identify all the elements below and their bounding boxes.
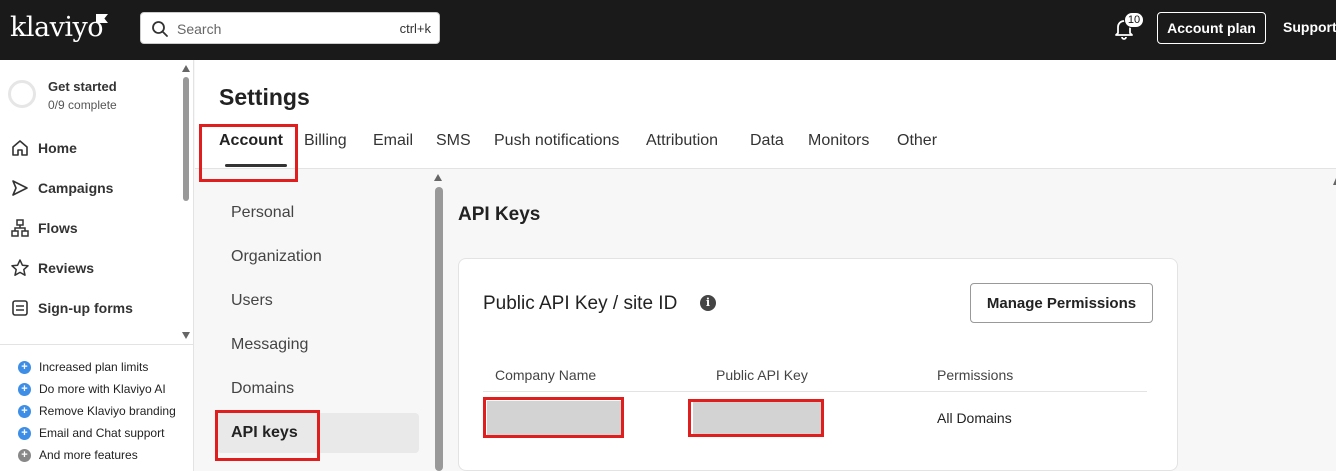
feature-item: + Do more with Klaviyo AI [18, 381, 166, 397]
sidebar-scroll-up-arrow[interactable] [182, 65, 190, 72]
notification-badge: 10 [1124, 12, 1144, 28]
search-input[interactable] [177, 19, 377, 39]
star-icon [11, 259, 29, 276]
highlight-box-api-keys [215, 410, 320, 461]
sidebar-item-campaigns[interactable]: Campaigns [10, 176, 170, 200]
subnav-item-users[interactable]: Users [217, 281, 419, 321]
sidebar-divider [0, 344, 194, 345]
feature-item: + Remove Klaviyo branding [18, 403, 176, 419]
send-icon [12, 180, 28, 196]
get-started-progress: 0/9 complete [48, 98, 117, 112]
home-icon [12, 140, 28, 156]
column-header-company-name: Company Name [495, 367, 597, 383]
section-title: API Keys [458, 204, 541, 225]
plus-circle-icon: + [18, 382, 31, 396]
top-bar: klaviyo ctrl+k 10 Account plan Support [0, 0, 1336, 60]
feature-label: And more features [39, 448, 138, 462]
feature-item: + And more features [18, 447, 138, 463]
feature-item: + Increased plan limits [18, 359, 148, 375]
klaviyo-logo[interactable]: klaviyo [10, 12, 104, 43]
search-icon [152, 21, 168, 37]
search-box[interactable]: ctrl+k [140, 12, 440, 44]
sidebar-item-reviews[interactable]: Reviews [10, 256, 170, 280]
logo-flag-icon [96, 14, 108, 23]
support-link[interactable]: Support [1283, 19, 1336, 35]
sidebar-item-label: Reviews [38, 260, 95, 276]
page-title: Settings [219, 84, 310, 110]
table-divider [483, 391, 1147, 392]
feature-label: Email and Chat support [39, 426, 165, 440]
settings-header: Settings Account Billing Email SMS Push … [195, 60, 1336, 169]
tab-billing[interactable]: Billing [304, 132, 347, 150]
plus-circle-icon: + [18, 448, 31, 462]
content-scrollbar-thumb[interactable] [435, 187, 443, 471]
feature-item: + Email and Chat support [18, 425, 164, 441]
feature-label: Remove Klaviyo branding [39, 404, 176, 418]
feature-label: Increased plan limits [39, 360, 149, 374]
sidebar-scroll-down-arrow[interactable] [182, 332, 190, 339]
search-shortcut: ctrl+k [399, 21, 431, 36]
tab-email[interactable]: Email [373, 132, 413, 150]
subnav-item-messaging[interactable]: Messaging [217, 325, 419, 365]
subnav-item-organization[interactable]: Organization [217, 237, 419, 277]
info-icon[interactable]: i [700, 295, 716, 311]
sidebar-item-home[interactable]: Home [10, 136, 170, 160]
permissions-value: All Domains [937, 410, 1012, 426]
column-header-public-api-key: Public API Key [716, 367, 808, 383]
tab-attribution[interactable]: Attribution [646, 132, 718, 150]
tab-monitors[interactable]: Monitors [808, 132, 869, 150]
subnav-item-personal[interactable]: Personal [217, 193, 419, 233]
plus-circle-icon: + [18, 360, 31, 374]
get-started-title[interactable]: Get started [48, 79, 117, 94]
sidebar-item-flows[interactable]: Flows [10, 216, 170, 240]
highlight-box-company-name [483, 397, 624, 438]
sidebar-item-signup-forms[interactable]: Sign-up forms [10, 296, 170, 320]
content-scroll-up-arrow[interactable] [434, 174, 442, 181]
main-content: Settings Account Billing Email SMS Push … [195, 60, 1336, 471]
highlight-box-public-api-key [688, 399, 824, 437]
sidebar-item-label: Sign-up forms [38, 300, 133, 316]
sidebar-scrollbar-thumb[interactable] [183, 77, 189, 201]
sidebar: Get started 0/9 complete Home Campaigns … [0, 60, 194, 471]
tab-push-notifications[interactable]: Push notifications [494, 132, 619, 150]
plus-circle-icon: + [18, 404, 31, 418]
tab-sms[interactable]: SMS [436, 132, 471, 150]
plus-circle-icon: + [18, 426, 31, 440]
manage-permissions-button[interactable]: Manage Permissions [970, 283, 1153, 323]
sidebar-item-label: Campaigns [38, 180, 114, 196]
public-api-key-card: Public API Key / site ID i Manage Permis… [458, 258, 1178, 471]
column-header-permissions: Permissions [937, 367, 1014, 383]
feature-label: Do more with Klaviyo AI [39, 382, 166, 396]
flows-icon [11, 219, 29, 237]
sidebar-item-label: Flows [38, 220, 78, 236]
tab-other[interactable]: Other [897, 132, 937, 150]
form-icon [12, 300, 28, 316]
card-title: Public API Key / site ID [483, 293, 678, 314]
subnav-item-domains[interactable]: Domains [217, 369, 419, 409]
progress-ring-icon [8, 80, 36, 108]
account-plan-button[interactable]: Account plan [1157, 12, 1266, 44]
sidebar-item-label: Home [38, 140, 77, 156]
tab-data[interactable]: Data [750, 132, 784, 150]
